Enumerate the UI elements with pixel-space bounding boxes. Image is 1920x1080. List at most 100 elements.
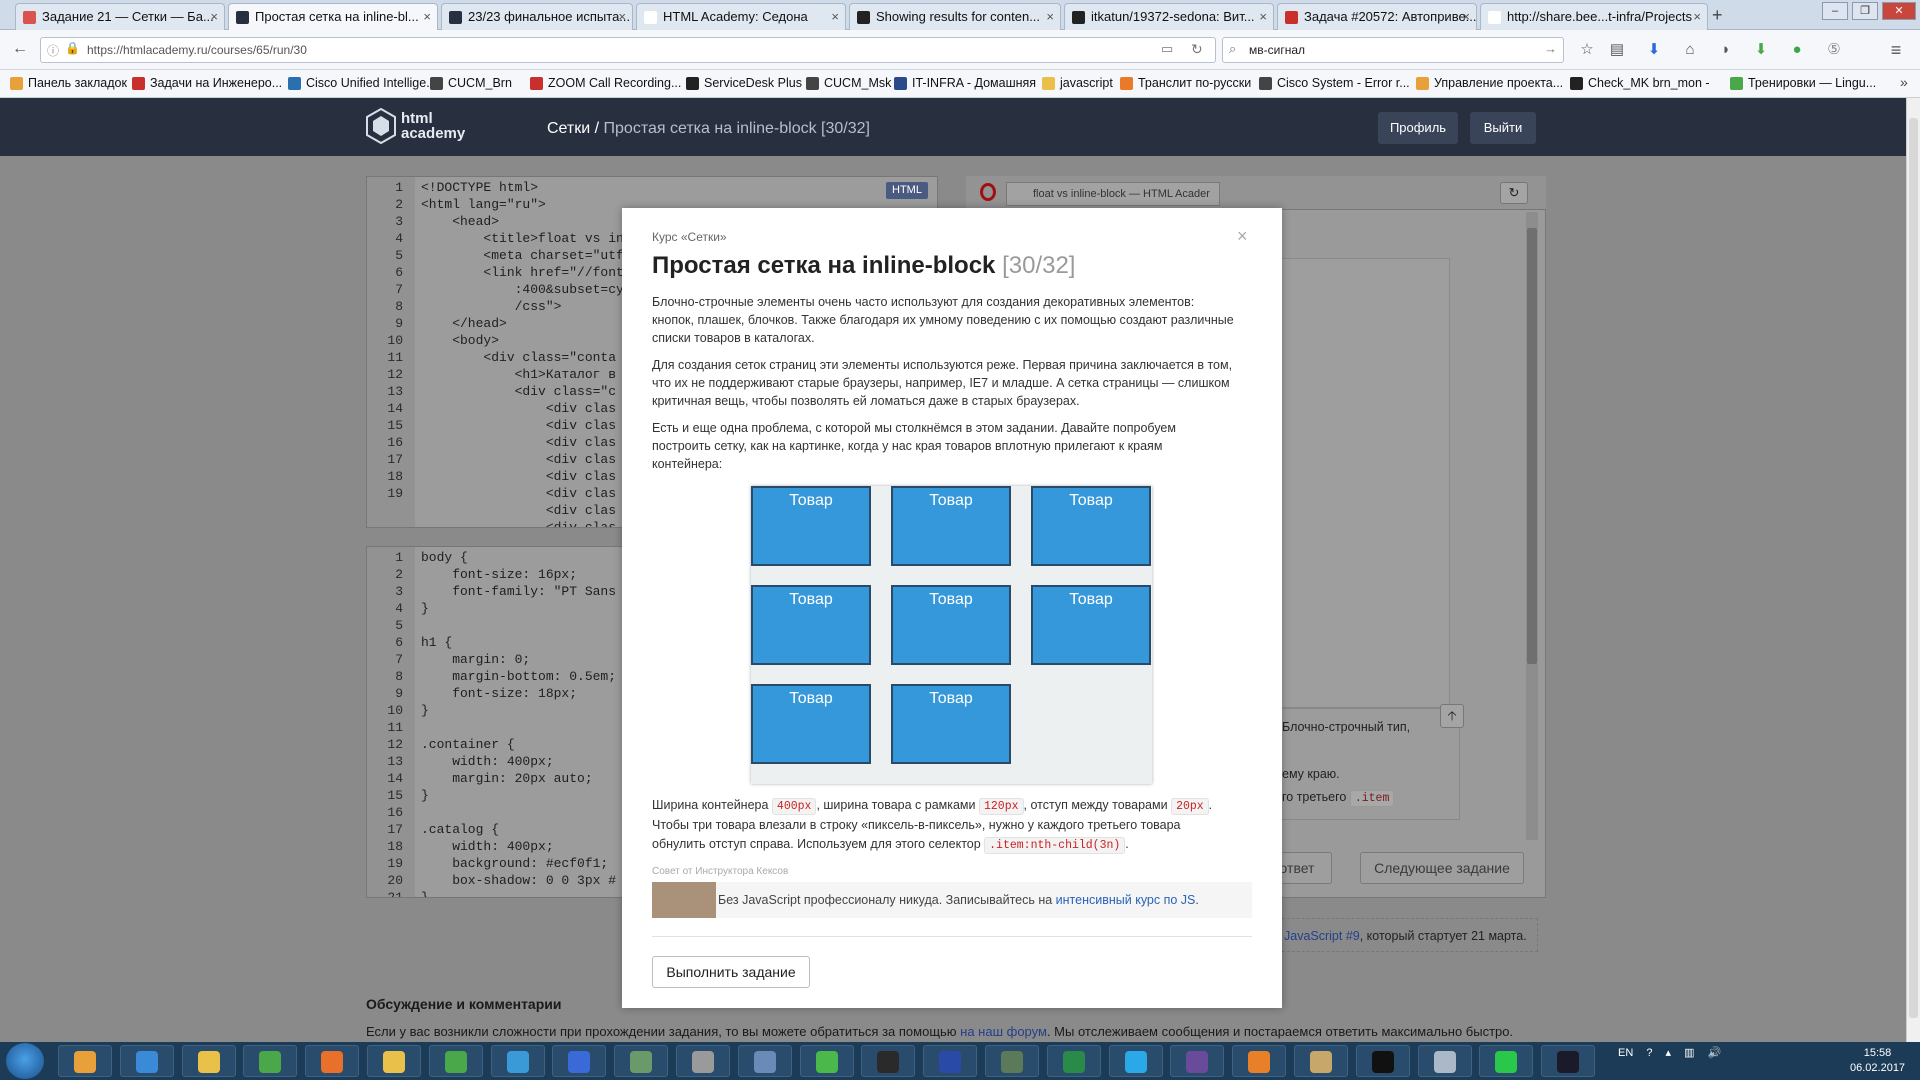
collapse-arrow-icon[interactable]: 🡡 [1440, 704, 1464, 728]
tray-expand-icon[interactable]: ▴ [1666, 1047, 1672, 1059]
code-line[interactable]: margin: 20px auto; [421, 770, 616, 787]
taskbar-app-phone[interactable] [490, 1045, 545, 1077]
code-line[interactable]: margin-bottom: 0.5em; [421, 668, 616, 685]
js-course-link[interactable]: интенсивный курс по JS [1056, 893, 1196, 907]
bookmarks-overflow-icon[interactable]: » [1900, 74, 1908, 90]
browser-tab[interactable]: itkatun/19372-sedona: Вит... × [1064, 3, 1274, 30]
clock[interactable]: 15:58 06.02.2017 [1850, 1046, 1905, 1076]
search-bar[interactable]: ⌕ мв-сигнал → [1222, 37, 1564, 63]
bookmark-item[interactable]: javascript [1042, 76, 1113, 90]
code-line[interactable]: <div clas [421, 417, 624, 434]
taskbar-app-network[interactable] [552, 1045, 607, 1077]
taskbar-app-terminal-server[interactable] [985, 1045, 1039, 1077]
code-line[interactable]: } [421, 787, 616, 804]
next-task-button[interactable]: Следующее задание [1360, 852, 1524, 884]
taskbar-app-cat-app[interactable] [1170, 1045, 1225, 1077]
preview-scroll-thumb[interactable] [1527, 228, 1537, 664]
taskbar-app-excel[interactable] [1046, 1045, 1101, 1077]
close-window-button[interactable]: ✕ [1882, 2, 1916, 20]
taskbar-app-r-app[interactable] [1541, 1045, 1596, 1077]
taskbar-app-firefox[interactable] [305, 1045, 360, 1077]
tab-close-icon[interactable]: × [1693, 4, 1701, 30]
taskbar-app-cmd[interactable] [1355, 1045, 1410, 1077]
code-line[interactable]: <div clas [421, 502, 624, 519]
code-line[interactable]: width: 400px; [421, 753, 616, 770]
bookmark-item[interactable]: ServiceDesk Plus [686, 76, 802, 90]
code-line[interactable]: :400&subset=cy [421, 281, 624, 298]
browser-tab[interactable]: 23/23 финальное испыта... × [441, 3, 633, 30]
code-line[interactable]: <div class="conta [421, 349, 624, 366]
browser-tab[interactable]: Задача #20572: Автоприве... × [1277, 3, 1477, 30]
code-line[interactable]: <body> [421, 332, 624, 349]
bookmark-item[interactable]: Check_MK brn_mon - [1570, 76, 1710, 90]
search-go-icon[interactable]: → [1544, 41, 1557, 56]
bookmark-item[interactable]: Cisco Unified Intellige... [288, 76, 437, 90]
network-icon[interactable]: ▥ [1684, 1047, 1694, 1059]
logout-button[interactable]: Выйти [1470, 112, 1536, 144]
code-line[interactable]: .catalog { [421, 821, 616, 838]
tab-close-icon[interactable]: × [423, 4, 431, 30]
tab-close-icon[interactable]: × [210, 4, 218, 30]
pocket-icon[interactable]: ◗ [1717, 41, 1735, 59]
bookmark-item[interactable]: ZOOM Call Recording... [530, 76, 681, 90]
bookmark-item[interactable]: Cisco System - Error r... [1259, 76, 1410, 90]
taskbar-app-calculator[interactable] [1417, 1045, 1472, 1077]
reader-icon[interactable]: ▭ [1161, 41, 1173, 57]
reading-list-icon[interactable]: ▤ [1608, 41, 1626, 59]
taskbar-app-numbers[interactable] [799, 1045, 854, 1077]
code-line[interactable]: body { [421, 549, 616, 566]
addon-count-icon[interactable]: ⑤ [1825, 41, 1843, 59]
code-line[interactable]: <head> [421, 213, 624, 230]
taskbar-app-turtle[interactable] [614, 1045, 669, 1077]
code-line[interactable]: <div clas [421, 451, 624, 468]
code-line[interactable]: width: 400px; [421, 838, 616, 855]
bookmark-item[interactable]: CUCM_Msk [806, 76, 891, 90]
run-task-button[interactable]: Выполнить задание [652, 956, 810, 988]
menu-icon[interactable]: ≡ [1887, 41, 1905, 59]
taskbar-app-tools[interactable] [1294, 1045, 1348, 1077]
download-icon[interactable]: ⬇ [1645, 41, 1663, 59]
browser-tab[interactable]: Showing results for conten... × [849, 3, 1061, 30]
minimize-button[interactable]: – [1822, 2, 1848, 20]
code-line[interactable]: <div clas [421, 434, 624, 451]
info-icon[interactable]: ⓘ [47, 42, 59, 59]
code-line[interactable]: <html lang="ru"> [421, 196, 624, 213]
addon-icon[interactable]: ● [1788, 41, 1806, 59]
tab-close-icon[interactable]: × [1462, 4, 1470, 30]
code-line[interactable]: <div clas [421, 468, 624, 485]
back-icon[interactable]: ← [8, 38, 32, 62]
code-line[interactable]: box-shadow: 0 0 3px # [421, 872, 616, 889]
code-line[interactable]: } [421, 600, 616, 617]
browser-tab[interactable]: HTML Academy: Седона × [636, 3, 846, 30]
close-icon[interactable]: × [1237, 226, 1248, 247]
bookmark-item[interactable]: Панель закладок [10, 76, 127, 90]
tab-close-icon[interactable]: × [831, 4, 839, 30]
code-line[interactable]: <div class="c [421, 383, 624, 400]
tab-close-icon[interactable]: × [618, 4, 626, 30]
code-line[interactable]: <h1>Каталог в [421, 366, 624, 383]
code-line[interactable]: <link href="//font [421, 264, 623, 281]
page-scroll-thumb[interactable] [1909, 118, 1918, 1018]
taskbar-app-sublime[interactable] [1232, 1045, 1287, 1077]
taskbar-app-skype[interactable] [1108, 1045, 1163, 1077]
tab-close-icon[interactable]: × [1259, 4, 1267, 30]
maximize-button[interactable]: ❐ [1852, 2, 1878, 20]
url-text[interactable]: https://htmlacademy.ru/courses/65/run/30 [87, 43, 307, 57]
code-line[interactable]: <div clas [421, 400, 624, 417]
language-indicator[interactable]: EN [1618, 1047, 1633, 1059]
taskbar-app-save[interactable] [923, 1045, 978, 1077]
code-line[interactable]: font-family: "PT Sans [421, 583, 616, 600]
code-line[interactable]: <title>float vs in [421, 230, 623, 247]
browser-tab[interactable]: Задание 21 — Сетки — Ба... × [15, 3, 225, 30]
taskbar-app-task-manager[interactable] [243, 1045, 298, 1077]
volume-icon[interactable]: 🔊 [1708, 1047, 1722, 1059]
bookmark-item[interactable]: Тренировки — Lingu... [1730, 76, 1876, 90]
promo-link[interactable]: JavaScript #9 [1284, 929, 1360, 943]
code-line[interactable] [421, 804, 616, 821]
bookmark-star-icon[interactable]: ☆ [1578, 41, 1596, 59]
code-line[interactable]: .container { [421, 736, 616, 753]
taskbar-app-green-s[interactable] [1479, 1045, 1534, 1077]
code-line[interactable]: } [421, 702, 616, 719]
code-line[interactable]: <!DOCTYPE html> [421, 179, 624, 196]
taskbar-app-explorer[interactable] [181, 1045, 236, 1077]
